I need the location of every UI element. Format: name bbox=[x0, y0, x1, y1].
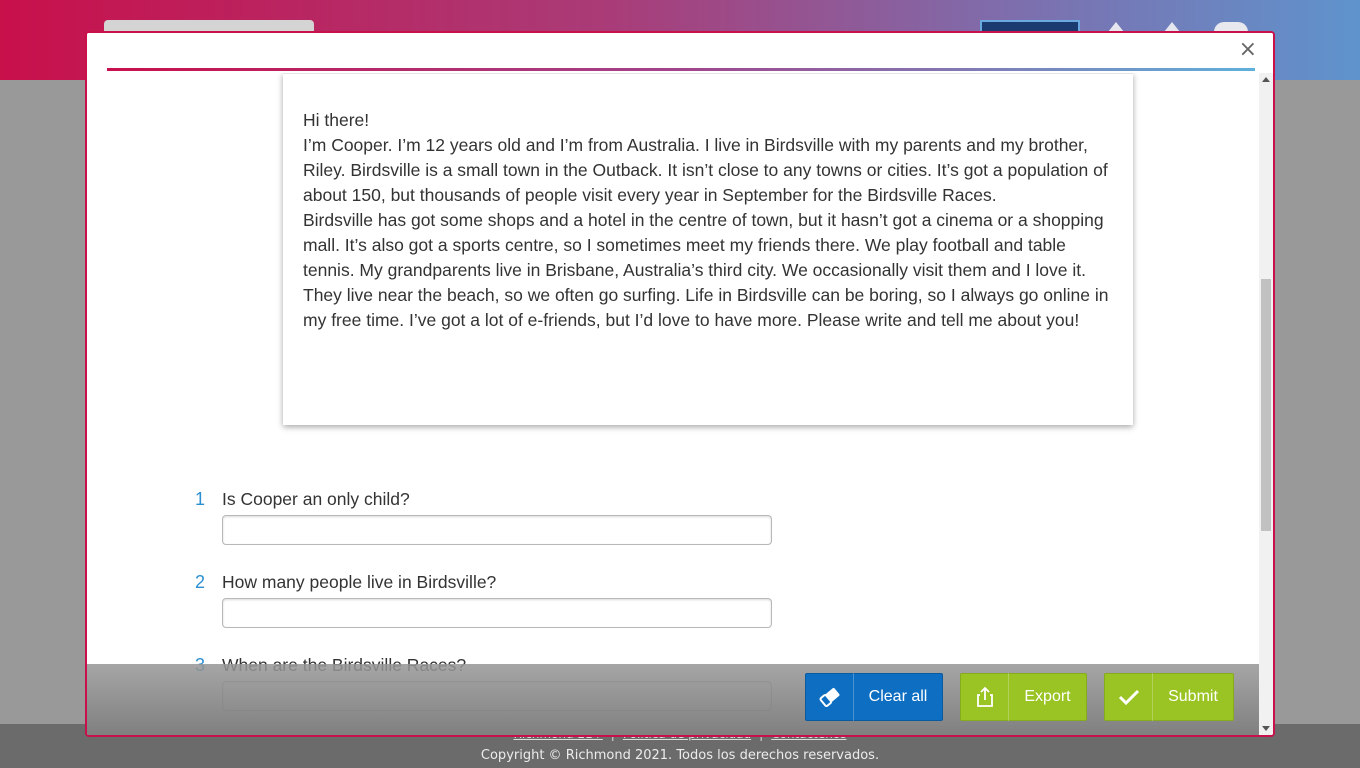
clear-all-label: Clear all bbox=[868, 688, 928, 705]
footer-copyright: Copyright © Richmond 2021. Todos los der… bbox=[480, 748, 880, 763]
close-button[interactable]: × bbox=[1239, 38, 1257, 62]
scroll-up-icon[interactable] bbox=[1262, 77, 1270, 82]
header-divider bbox=[107, 68, 1255, 71]
submit-button[interactable]: Submit bbox=[1104, 673, 1234, 721]
activity-modal: × Hi there! I’m Cooper. I’m 12 years old… bbox=[85, 31, 1275, 737]
scrollbar-thumb[interactable] bbox=[1261, 279, 1271, 531]
reading-paragraph: Hi there! bbox=[303, 110, 370, 130]
submit-label: Submit bbox=[1168, 688, 1218, 705]
export-label: Export bbox=[1024, 688, 1071, 705]
answer-input[interactable] bbox=[222, 515, 772, 545]
question-number: 1 bbox=[195, 489, 206, 509]
modal-content: Hi there! I’m Cooper. I’m 12 years old a… bbox=[87, 73, 1257, 735]
question-number: 2 bbox=[195, 572, 206, 592]
question-text: Is Cooper an only child? bbox=[222, 489, 410, 509]
export-button[interactable]: Export bbox=[960, 673, 1087, 721]
reading-text-card: Hi there! I’m Cooper. I’m 12 years old a… bbox=[283, 73, 1133, 425]
reading-paragraph: They live near the beach, so we often go… bbox=[303, 285, 1109, 330]
answer-input[interactable] bbox=[222, 598, 772, 628]
modal-header: × bbox=[87, 33, 1273, 73]
scroll-down-icon[interactable] bbox=[1262, 726, 1270, 731]
eraser-icon bbox=[806, 673, 854, 721]
action-bar: Clear all Export Submit bbox=[87, 664, 1259, 735]
checkmark-icon bbox=[1105, 673, 1153, 721]
share-icon bbox=[961, 673, 1009, 721]
question-text: How many people live in Birdsville? bbox=[222, 572, 497, 592]
reading-paragraph: I’m Cooper. I’m 12 years old and I’m fro… bbox=[303, 135, 1108, 205]
clear-all-button[interactable]: Clear all bbox=[805, 673, 943, 721]
reading-paragraph: Birdsville has got some shops and a hote… bbox=[303, 210, 1104, 280]
